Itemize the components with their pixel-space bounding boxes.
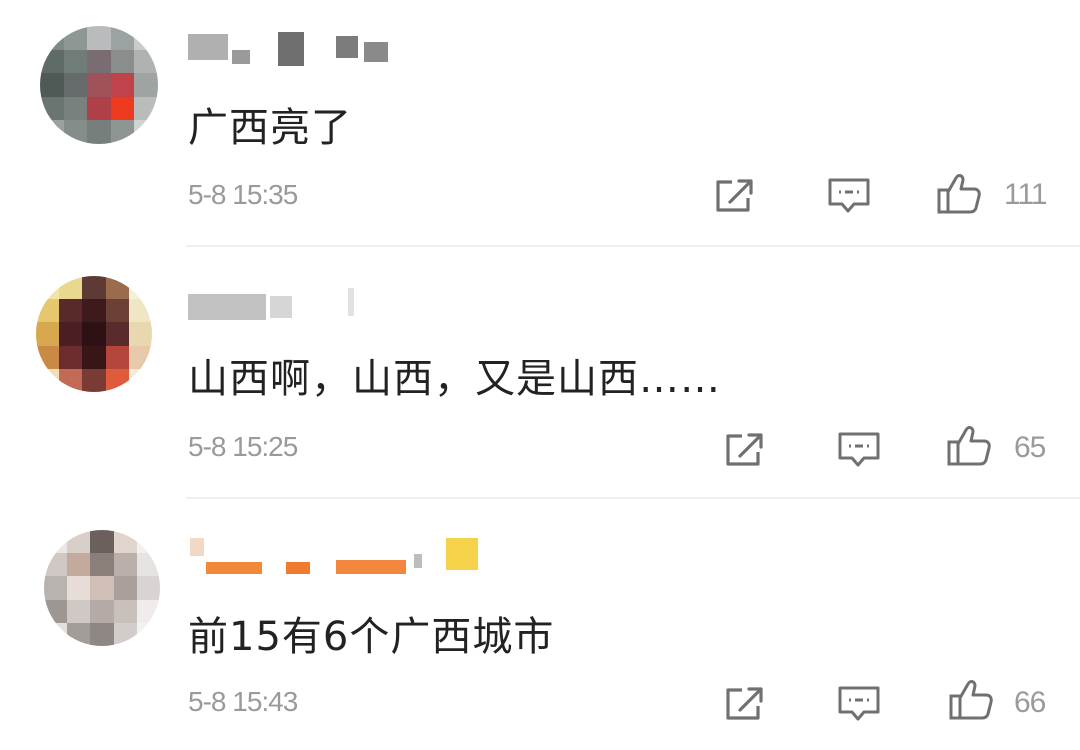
comment-text: 广西亮了 xyxy=(188,105,352,151)
username-obscured[interactable] xyxy=(188,288,368,328)
divider xyxy=(186,245,1080,247)
share-icon xyxy=(726,687,763,720)
thumbs-up-icon xyxy=(947,426,991,466)
comment-text: 前15有6个广西城市 xyxy=(188,614,555,660)
avatar[interactable] xyxy=(40,26,158,144)
username-obscured[interactable] xyxy=(188,28,398,68)
thumbs-up-icon xyxy=(949,680,993,720)
like-count: 66 xyxy=(1014,686,1046,719)
like-count: 65 xyxy=(1014,431,1046,464)
like-button[interactable] xyxy=(948,678,994,720)
divider xyxy=(186,497,1080,499)
reply-button[interactable] xyxy=(836,684,882,724)
avatar[interactable] xyxy=(44,530,160,646)
share-button[interactable] xyxy=(712,176,758,216)
like-button[interactable] xyxy=(936,172,982,214)
like-count: 111 xyxy=(1004,178,1048,211)
comment-text: 山西啊，山西，又是山西…… xyxy=(188,356,721,402)
share-icon xyxy=(716,179,753,212)
comment-feed: 广西亮了 5-8 15:35 111 山西啊，山西，又是山西…… 5-8 15:… xyxy=(0,0,1080,750)
username-obscured[interactable] xyxy=(188,534,488,574)
thumbs-up-icon xyxy=(937,174,981,214)
timestamp: 5-8 15:25 xyxy=(188,431,298,462)
share-button[interactable] xyxy=(722,684,768,724)
reply-icon xyxy=(838,432,880,467)
reply-button[interactable] xyxy=(826,176,872,216)
like-button[interactable] xyxy=(946,424,992,466)
reply-icon xyxy=(828,178,870,213)
reply-button[interactable] xyxy=(836,430,882,470)
timestamp: 5-8 15:35 xyxy=(188,179,298,210)
share-button[interactable] xyxy=(722,430,768,470)
comment-item: 前15有6个广西城市 5-8 15:43 66 xyxy=(0,500,1080,750)
avatar[interactable] xyxy=(36,276,152,392)
reply-icon xyxy=(838,686,880,721)
comment-item: 广西亮了 5-8 15:35 111 xyxy=(0,0,1080,248)
share-icon xyxy=(726,433,763,466)
comment-item: 山西啊，山西，又是山西…… 5-8 15:25 65 xyxy=(0,248,1080,500)
timestamp: 5-8 15:43 xyxy=(188,686,298,717)
